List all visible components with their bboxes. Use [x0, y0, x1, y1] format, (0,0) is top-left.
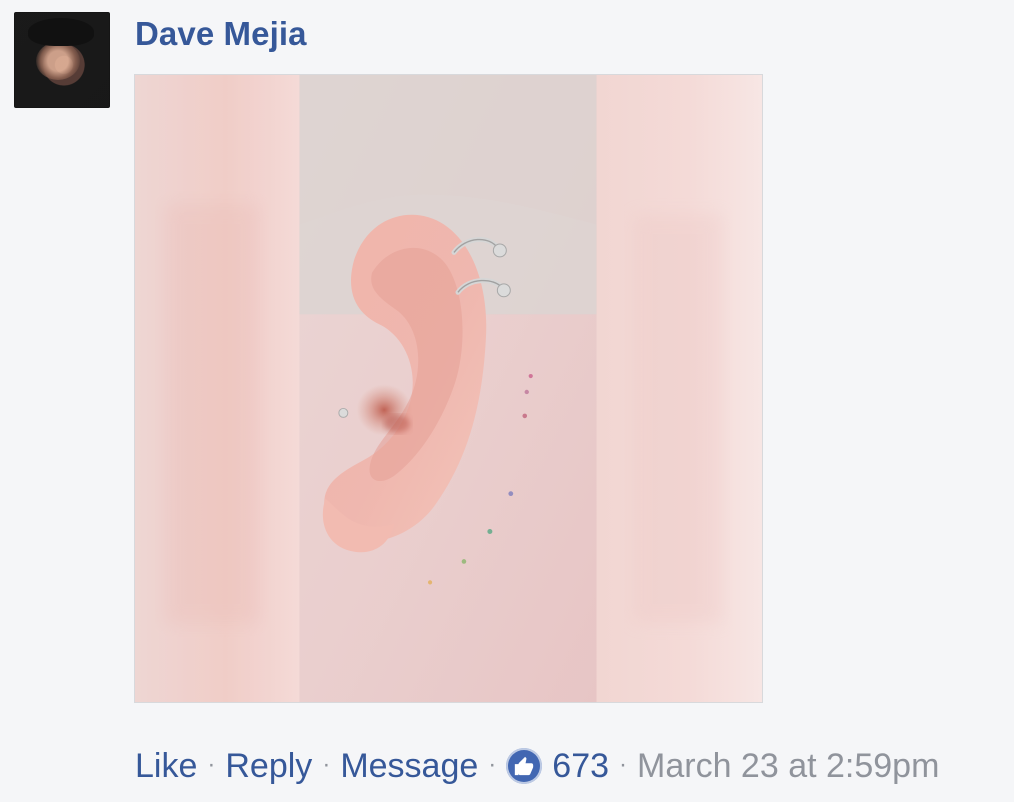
comment-card: Dave Mejia Like · Reply · Message · 673 …	[0, 0, 1014, 802]
separator-dot: ·	[322, 751, 331, 778]
reply-link[interactable]: Reply	[225, 744, 312, 788]
comment-actions: Like · Reply · Message · 673 · March 23 …	[135, 744, 939, 788]
avatar[interactable]	[14, 12, 110, 108]
timestamp[interactable]: March 23 at 2:59pm	[637, 744, 939, 788]
author-name[interactable]: Dave Mejia	[135, 14, 307, 54]
reaction-count: 673	[552, 747, 610, 785]
separator-dot: ·	[619, 751, 628, 778]
separator-dot: ·	[488, 751, 497, 778]
reaction-summary[interactable]: 673	[506, 744, 609, 788]
message-link[interactable]: Message	[340, 744, 478, 788]
like-link[interactable]: Like	[135, 744, 197, 788]
ear-piercing-photo	[135, 75, 762, 702]
thumbs-up-icon	[506, 748, 543, 784]
comment-photo[interactable]	[134, 74, 763, 703]
separator-dot: ·	[207, 751, 216, 778]
